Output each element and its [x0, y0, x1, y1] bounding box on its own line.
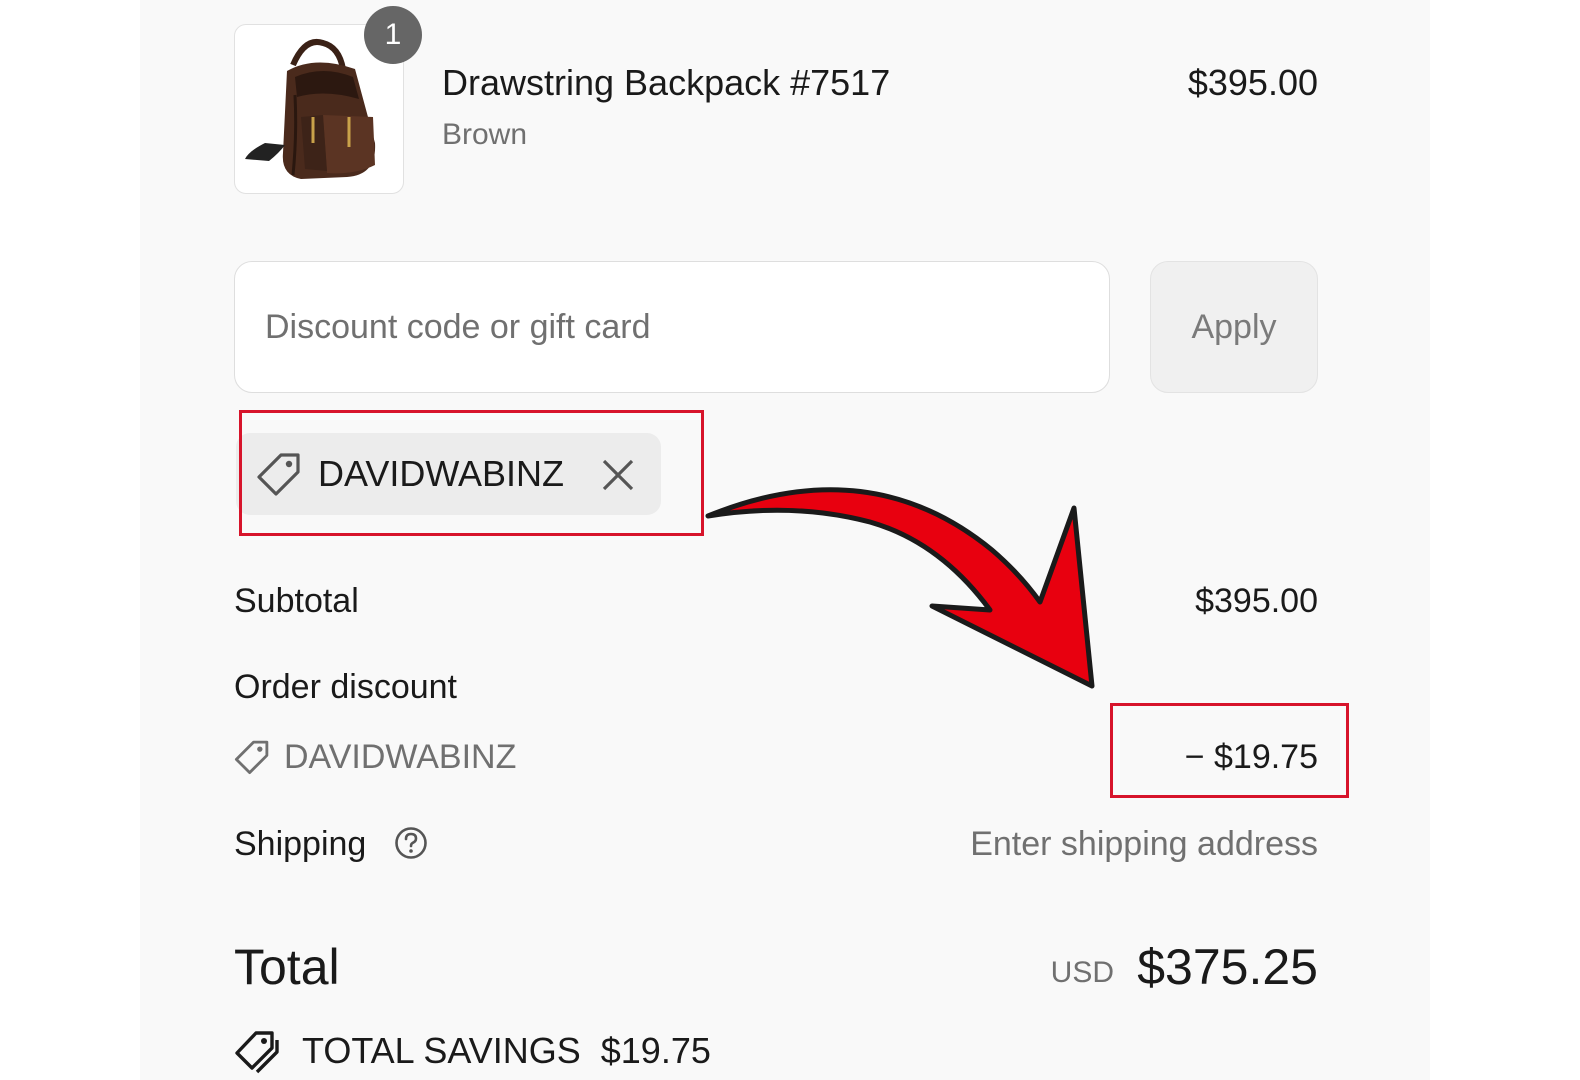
- tag-icon: [234, 740, 269, 775]
- total-savings-row: TOTAL SAVINGS $19.75: [234, 1028, 711, 1074]
- tags-icon: [235, 1031, 279, 1074]
- quantity-badge: 1: [364, 6, 422, 64]
- order-discount-code: DAVIDWABINZ: [284, 737, 517, 776]
- total-savings-label: TOTAL SAVINGS: [302, 1030, 581, 1071]
- total-value: $375.25: [1137, 939, 1318, 995]
- product-price: $395.00: [1187, 62, 1318, 103]
- subtotal-value: $395.00: [1195, 582, 1318, 620]
- total-savings-value: $19.75: [600, 1030, 711, 1071]
- question-circle-icon[interactable]: [394, 826, 428, 860]
- order-discount-code-row: DAVIDWABINZ: [234, 736, 516, 778]
- annotation-arrow: [705, 487, 1095, 689]
- shipping-value: Enter shipping address: [970, 825, 1318, 863]
- product-title: Drawstring Backpack #7517: [442, 62, 891, 103]
- subtotal-label: Subtotal: [234, 582, 359, 620]
- apply-button[interactable]: Apply: [1150, 261, 1318, 393]
- currency-code: USD: [1050, 956, 1114, 989]
- total-label: Total: [234, 939, 340, 995]
- discount-code-input[interactable]: [234, 261, 1110, 393]
- product-variant: Brown: [442, 118, 528, 151]
- order-discount-label: Order discount: [234, 668, 457, 706]
- highlight-box-discount-amount: [1110, 703, 1349, 798]
- shipping-label: Shipping: [234, 825, 367, 863]
- highlight-box-discount-code: [239, 410, 704, 536]
